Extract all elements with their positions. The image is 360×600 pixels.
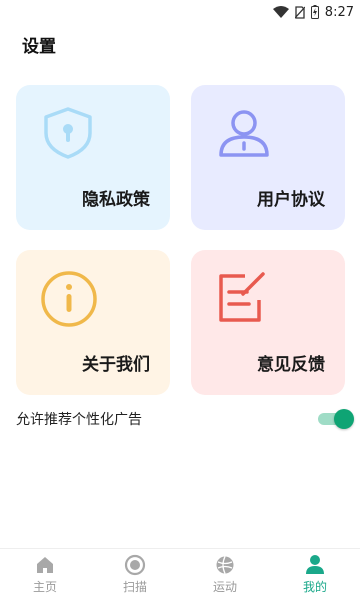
status-bar: 8:27 — [0, 0, 360, 24]
tab-scan-label: 扫描 — [122, 580, 147, 594]
user-agreement-card[interactable]: 用户协议 — [191, 85, 345, 230]
user-icon — [215, 105, 273, 165]
bottom-tab-bar: 主页 扫描 运动 我的 — [0, 548, 360, 600]
about-us-label: 关于我们 — [82, 355, 150, 375]
tab-home-label: 主页 — [32, 580, 57, 594]
tab-mine[interactable]: 我的 — [270, 549, 360, 600]
wifi-icon — [272, 6, 289, 18]
no-sim-icon — [294, 5, 305, 19]
about-us-card[interactable]: 关于我们 — [16, 250, 170, 395]
tab-mine-label: 我的 — [302, 580, 327, 594]
privacy-policy-label: 隐私政策 — [82, 190, 150, 210]
feedback-card[interactable]: 意见反馈 — [191, 250, 345, 395]
privacy-policy-card[interactable]: 隐私政策 — [16, 85, 170, 230]
tab-sports-label: 运动 — [212, 580, 237, 594]
page-title: 设置 — [22, 37, 56, 57]
shield-lock-icon — [40, 105, 96, 165]
tab-home[interactable]: 主页 — [0, 549, 90, 600]
feedback-label: 意见反馈 — [257, 355, 325, 375]
person-icon — [304, 554, 326, 576]
info-icon — [40, 270, 98, 332]
personalized-ads-toggle[interactable] — [318, 408, 354, 430]
battery-charging-icon — [310, 5, 319, 19]
personalized-ads-row: 允许推荐个性化广告 — [16, 405, 356, 433]
status-time: 8:27 — [324, 4, 354, 20]
edit-icon — [215, 270, 271, 330]
home-icon — [34, 554, 56, 576]
user-agreement-label: 用户协议 — [257, 190, 325, 210]
tab-sports[interactable]: 运动 — [180, 549, 270, 600]
personalized-ads-label: 允许推荐个性化广告 — [16, 412, 142, 428]
scan-icon — [124, 554, 146, 576]
toggle-knob — [334, 409, 354, 429]
tab-scan[interactable]: 扫描 — [90, 549, 180, 600]
ball-icon — [214, 554, 236, 576]
